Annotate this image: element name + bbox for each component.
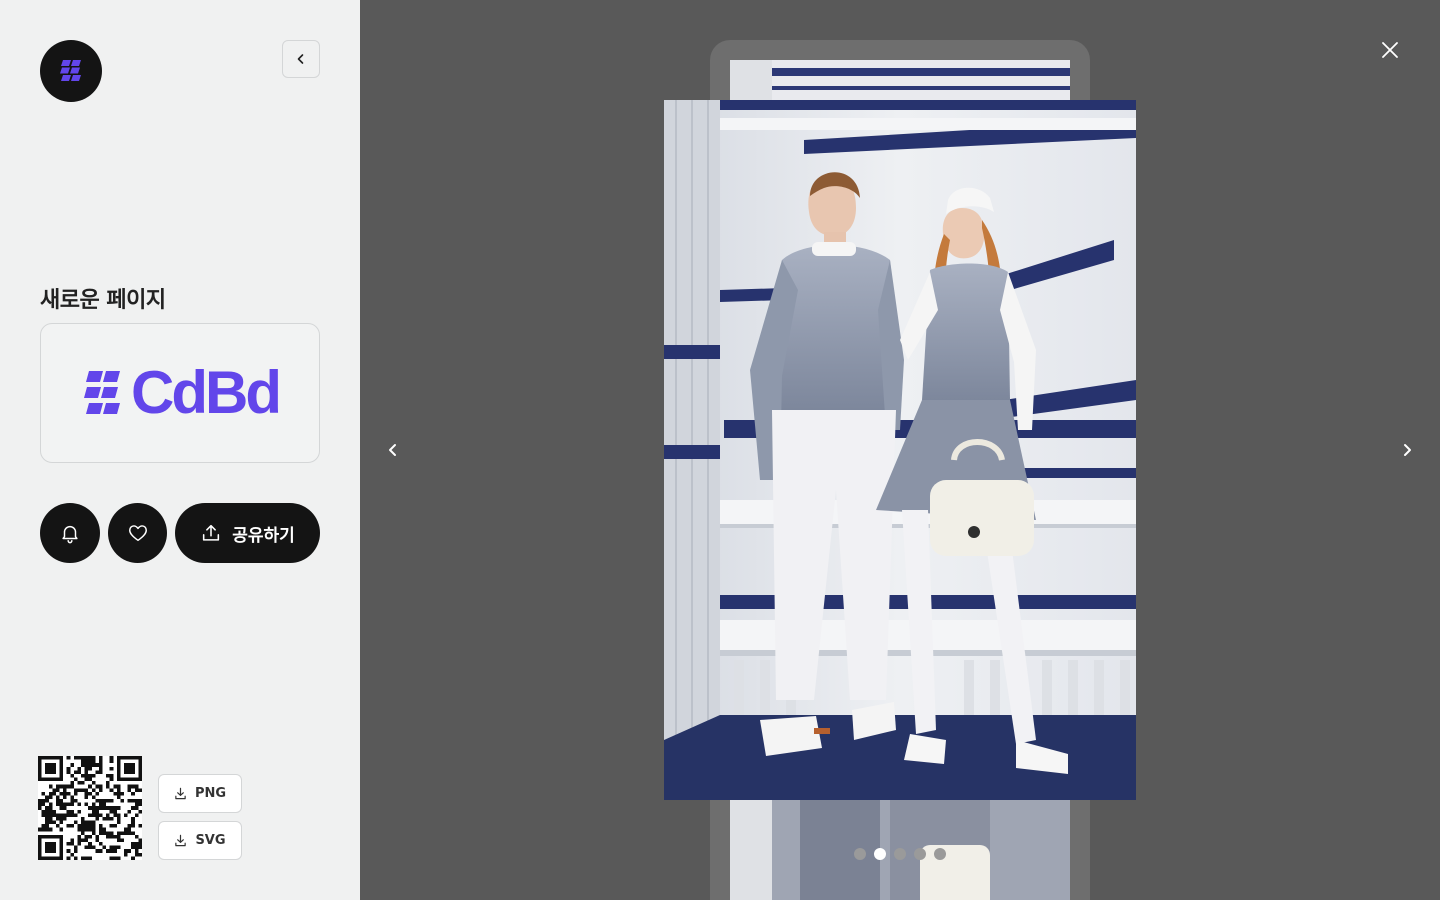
collapse-sidebar-button[interactable] [282,40,320,78]
like-button[interactable] [108,503,167,563]
chevron-right-icon [1404,444,1411,456]
heart-icon [128,525,147,542]
download-icon [175,834,187,847]
chevron-left-icon [297,54,304,64]
next-image-button[interactable] [1395,438,1419,462]
image-viewer [360,0,1440,900]
gallery-main-image[interactable] [664,100,1136,800]
download-icon [175,787,186,800]
chevron-left-icon [389,444,396,456]
qr-code-icon [38,756,142,860]
pagination-dot[interactable] [914,848,926,860]
brand-mark-icon [60,60,81,81]
brand-logo-text: CdBd [131,359,282,426]
brand-logo-card: CdBd [40,323,320,463]
fashion-photo [664,100,1136,800]
download-png-button[interactable]: PNG [158,774,242,813]
bell-icon [62,525,78,544]
slide-pagination [854,848,946,860]
notification-button[interactable] [40,503,100,563]
share-button-label: 공유하기 [232,525,295,546]
pagination-dot[interactable] [874,848,886,860]
close-viewer-button[interactable] [1378,38,1402,62]
close-icon [1382,42,1398,58]
pagination-dot[interactable] [854,848,866,860]
download-svg-label: SVG [195,833,226,848]
download-svg-button[interactable]: SVG [158,821,242,860]
qr-code [38,756,142,860]
pagination-dot[interactable] [894,848,906,860]
page-title: 새로운 페이지 [40,288,166,313]
pagination-dot[interactable] [934,848,946,860]
previous-image-button[interactable] [381,438,405,462]
sidebar: 새로운 페이지 CdBd 공유하기 PNG SVG [0,0,360,900]
download-png-label: PNG [194,786,227,801]
share-button[interactable]: 공유하기 [175,503,320,563]
share-upload-icon [203,524,220,541]
brand-avatar[interactable] [40,40,102,102]
brand-logo-mark-icon [84,371,121,414]
